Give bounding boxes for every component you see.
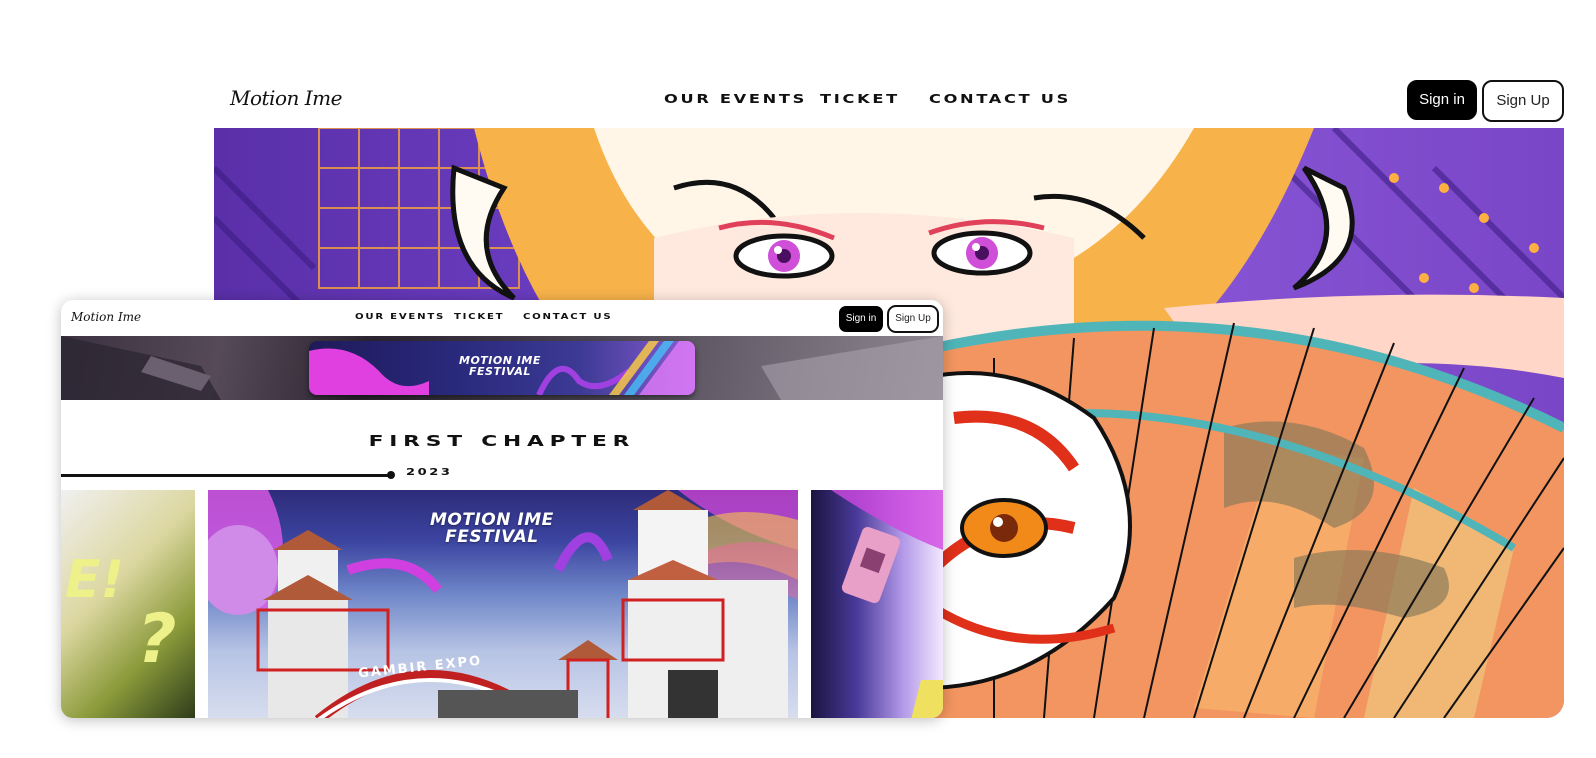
timeline-line: [61, 474, 391, 477]
banner-festival-title: MOTION IME FESTIVAL: [459, 355, 541, 377]
banner-title-line-2: FESTIVAL: [469, 365, 531, 378]
nav-links-small: Our Events Ticket Contact Us: [355, 312, 611, 321]
timeline-marker[interactable]: [387, 471, 395, 479]
site-logo[interactable]: Motion Ime: [230, 86, 342, 110]
sign-in-button[interactable]: Sign in: [1407, 80, 1477, 120]
carousel-slide-previous[interactable]: E! ?: [61, 490, 195, 718]
nav-link-our-events[interactable]: Our Events: [664, 92, 807, 106]
nav-link-ticket-small[interactable]: Ticket: [454, 312, 504, 321]
nav-links: Our Events Ticket Contact Us: [664, 92, 1068, 106]
chapter-title-text: First Chapter: [368, 432, 636, 450]
sign-up-button-small[interactable]: Sign Up: [887, 305, 939, 333]
site-logo-small[interactable]: Motion Ime: [71, 310, 141, 324]
sign-in-button-small[interactable]: Sign in: [839, 306, 883, 332]
slide-left-question: ?: [137, 600, 177, 679]
nav-link-our-events-small[interactable]: Our Events: [355, 312, 445, 321]
nav-link-contact-us[interactable]: Contact Us: [929, 92, 1071, 106]
carousel-slide-current[interactable]: MOTION IME FESTIVAL GAMBIR EXPO: [208, 490, 798, 718]
slide-festival-title: MOTION IME FESTIVAL: [430, 512, 554, 546]
timeline-year: 2023: [406, 467, 453, 478]
festival-banner-card[interactable]: MOTION IME FESTIVAL: [309, 341, 695, 395]
nav-link-ticket[interactable]: Ticket: [820, 92, 900, 106]
sign-up-button[interactable]: Sign Up: [1482, 80, 1564, 122]
carousel-slide-next[interactable]: [811, 490, 943, 718]
back-page-navbar: Motion Ime Our Events Ticket Contact Us …: [214, 72, 1564, 128]
front-page-preview: Motion Ime Our Events Ticket Contact Us …: [61, 300, 943, 718]
slide-title-line-2: FESTIVAL: [445, 527, 539, 547]
festival-banner: MOTION IME FESTIVAL: [61, 336, 943, 400]
nav-link-contact-us-small[interactable]: Contact Us: [523, 312, 612, 321]
chapter-title: First Chapter: [61, 432, 943, 450]
slide-next-art: [831, 490, 943, 718]
slide-left-text: E!: [65, 550, 125, 610]
